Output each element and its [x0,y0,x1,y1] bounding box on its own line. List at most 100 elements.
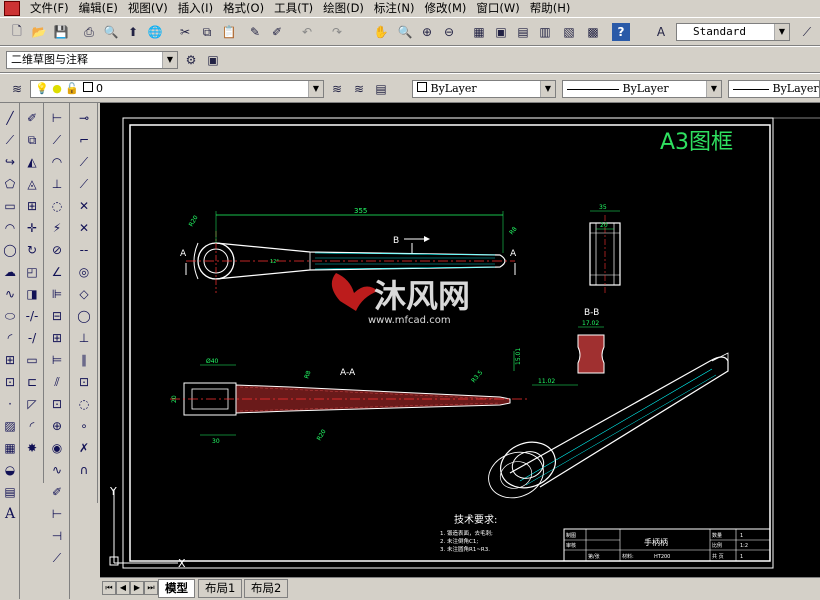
ellipse-icon[interactable]: ⬭ [1,307,19,325]
snap-insert-icon[interactable]: ⊡ [75,373,93,391]
point-icon[interactable]: · [1,395,19,413]
ordinate-dim-icon[interactable]: ⊥ [48,175,66,193]
snap-endpoint-icon[interactable]: ⟋ [75,153,93,171]
undo-icon[interactable]: ↶ [298,23,316,41]
snap-midpoint-icon[interactable]: ⟋ [75,175,93,193]
menu-modify[interactable]: 修改(M) [421,0,473,17]
jogged-linear-icon[interactable]: ∿ [48,461,66,479]
rectangle-icon[interactable]: ▭ [1,197,19,215]
break-icon[interactable]: ▭ [23,351,41,369]
dim-style-icon[interactable]: ⟋ [798,23,816,41]
first-tab-icon[interactable]: ⏮ [102,581,116,595]
layer-states-icon[interactable]: ▤ [372,80,390,98]
trim-icon[interactable]: -/- [23,307,41,325]
rotate-icon[interactable]: ↻ [23,241,41,259]
hatch-icon[interactable]: ▨ [1,417,19,435]
menu-tools[interactable]: 工具(T) [270,0,319,17]
polyline-icon[interactable]: ↪ [1,153,19,171]
tab-layout1[interactable]: 布局1 [198,579,243,598]
plot-icon[interactable]: ⎙ [80,23,98,41]
text-style-icon[interactable]: A [652,23,670,41]
inspection-icon[interactable]: ◉ [48,439,66,457]
snap-parallel-icon[interactable]: ∥ [75,351,93,369]
table-icon[interactable]: ▤ [1,483,19,501]
quick-dim-icon[interactable]: ⊫ [48,285,66,303]
circle-icon[interactable]: ◯ [1,241,19,259]
copy-object-icon[interactable]: ⧉ [23,131,41,149]
lineweight-select[interactable]: ByLayer [728,80,820,98]
dim-edit-icon[interactable]: ✐ [48,483,66,501]
mirror-icon[interactable]: ◭ [23,153,41,171]
snap-from-icon[interactable]: ⌐ [75,131,93,149]
diameter-dim-icon[interactable]: ⊘ [48,241,66,259]
redo-icon[interactable]: ↷ [328,23,346,41]
prev-tab-icon[interactable]: ◀ [116,581,130,595]
menu-window[interactable]: 窗口(W) [472,0,525,17]
tolerance-icon[interactable]: ⊡ [48,395,66,413]
pan-icon[interactable]: ✋ [372,23,390,41]
snap-nearest-icon[interactable]: ∘ [75,417,93,435]
dim-text-edit-icon[interactable]: ⊢ [48,505,66,523]
zoom-realtime-icon[interactable]: 🔍 [396,23,414,41]
text-style-select[interactable]: Standard ▼ [676,23,790,41]
array-icon[interactable]: ⊞ [23,197,41,215]
menu-view[interactable]: 视图(V) [124,0,174,17]
fillet-icon[interactable]: ◜ [23,417,41,435]
dim-style-icon[interactable]: ⟋ [48,549,66,567]
snap-settings-icon[interactable]: ∩ [75,461,93,479]
polygon-icon[interactable]: ⬠ [1,175,19,193]
zoom-window-icon[interactable]: ⊕ [418,23,436,41]
last-tab-icon[interactable]: ⏭ [144,581,158,595]
save-icon[interactable]: 💾 [52,23,70,41]
construction-line-icon[interactable]: ⟋ [1,131,19,149]
next-tab-icon[interactable]: ▶ [130,581,144,595]
open-icon[interactable]: 📂 [30,23,48,41]
mtext-icon[interactable]: A [1,505,19,523]
explode-icon[interactable]: ✸ [23,439,41,457]
menu-file[interactable]: 文件(F) [26,0,75,17]
snap-perpendicular-icon[interactable]: ⊥ [75,329,93,347]
insert-block-icon[interactable]: ⊞ [1,351,19,369]
linetype-select[interactable]: ByLayer ▼ [562,80,722,98]
copy-icon[interactable]: ⧉ [198,23,216,41]
center-mark-icon[interactable]: ⊕ [48,417,66,435]
stretch-icon[interactable]: ◨ [23,285,41,303]
extend-icon[interactable]: -/ [23,329,41,347]
menu-edit[interactable]: 编辑(E) [75,0,124,17]
tool-palettes-icon[interactable]: ▤ [514,23,532,41]
design-center-icon[interactable]: ▣ [492,23,510,41]
angular-dim-icon[interactable]: ∠ [48,263,66,281]
erase-icon[interactable]: ✐ [23,109,41,127]
paste-icon[interactable]: 📋 [220,23,238,41]
model-space-canvas[interactable]: A3图框 355 R20 12° R8 A A B 35 20 B-B 17.0… [100,103,820,577]
arc-length-icon[interactable]: ◠ [48,153,66,171]
ellipse-arc-icon[interactable]: ◜ [1,329,19,347]
make-current-icon[interactable]: ≋ [328,80,346,98]
properties-icon[interactable]: ▦ [470,23,488,41]
dim-update-icon[interactable]: ⊣ [48,527,66,545]
spline-icon[interactable]: ∿ [1,285,19,303]
aligned-dim-icon[interactable]: ⟋ [48,131,66,149]
continue-dim-icon[interactable]: ⊞ [48,329,66,347]
baseline-dim-icon[interactable]: ⊟ [48,307,66,325]
layer-select[interactable]: 💡 ● 🔓 0 ▼ [30,80,324,98]
preview-icon[interactable]: 🔍 [102,23,120,41]
menu-format[interactable]: 格式(O) [219,0,270,17]
chamfer-icon[interactable]: ◸ [23,395,41,413]
globe-icon[interactable]: 🌐 [146,23,164,41]
markup-icon[interactable]: ▧ [560,23,578,41]
tab-model[interactable]: 模型 [158,579,195,598]
temp-track-icon[interactable]: ⊸ [75,109,93,127]
snap-quadrant-icon[interactable]: ◇ [75,285,93,303]
new-icon[interactable]: 🗋 [8,23,26,41]
publish-icon[interactable]: ⬆ [124,23,142,41]
workspace-lock-icon[interactable]: ▣ [204,51,222,69]
layer-manager-icon[interactable]: ≋ [8,80,26,98]
region-icon[interactable]: ◒ [1,461,19,479]
scale-icon[interactable]: ◰ [23,263,41,281]
layer-previous-icon[interactable]: ≋ [350,80,368,98]
move-icon[interactable]: ✛ [23,219,41,237]
line-icon[interactable]: ╱ [1,109,19,127]
arc-icon[interactable]: ◠ [1,219,19,237]
calculator-icon[interactable]: ▩ [584,23,602,41]
